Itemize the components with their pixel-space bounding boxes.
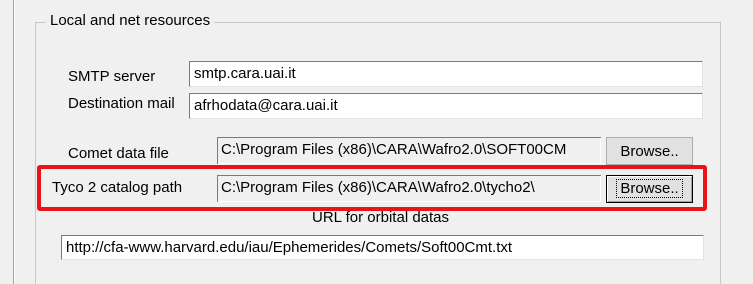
orbital-url-input[interactable]: http://cfa-www.harvard.edu/iau/Ephemerid… bbox=[61, 235, 704, 260]
tyco-catalog-path-label: Tyco 2 catalog path bbox=[52, 179, 183, 196]
tyco-catalog-path-field[interactable]: C:\Program Files (x86)\CARA\Wafro2.0\tyc… bbox=[217, 175, 601, 202]
comet-data-file-field[interactable]: C:\Program Files (x86)\CARA\Wafro2.0\SOF… bbox=[217, 137, 601, 164]
group-legend: Local and net resources bbox=[46, 11, 215, 31]
smtp-server-input[interactable]: smtp.cara.uai.it bbox=[189, 61, 703, 87]
orbital-url-label: URL for orbital datas bbox=[312, 209, 450, 226]
comet-browse-button[interactable]: Browse.. bbox=[606, 137, 693, 165]
destination-mail-input[interactable]: afrhodata@cara.uai.it bbox=[189, 93, 703, 119]
left-border-highlight bbox=[14, 0, 15, 284]
browse-focus-label: Browse.. bbox=[616, 179, 683, 198]
comet-data-file-label: Comet data file bbox=[68, 145, 169, 162]
tyco-browse-button[interactable]: Browse.. bbox=[606, 175, 693, 203]
smtp-server-label: SMTP server bbox=[68, 68, 156, 85]
destination-mail-label: Destination mail bbox=[68, 95, 175, 112]
